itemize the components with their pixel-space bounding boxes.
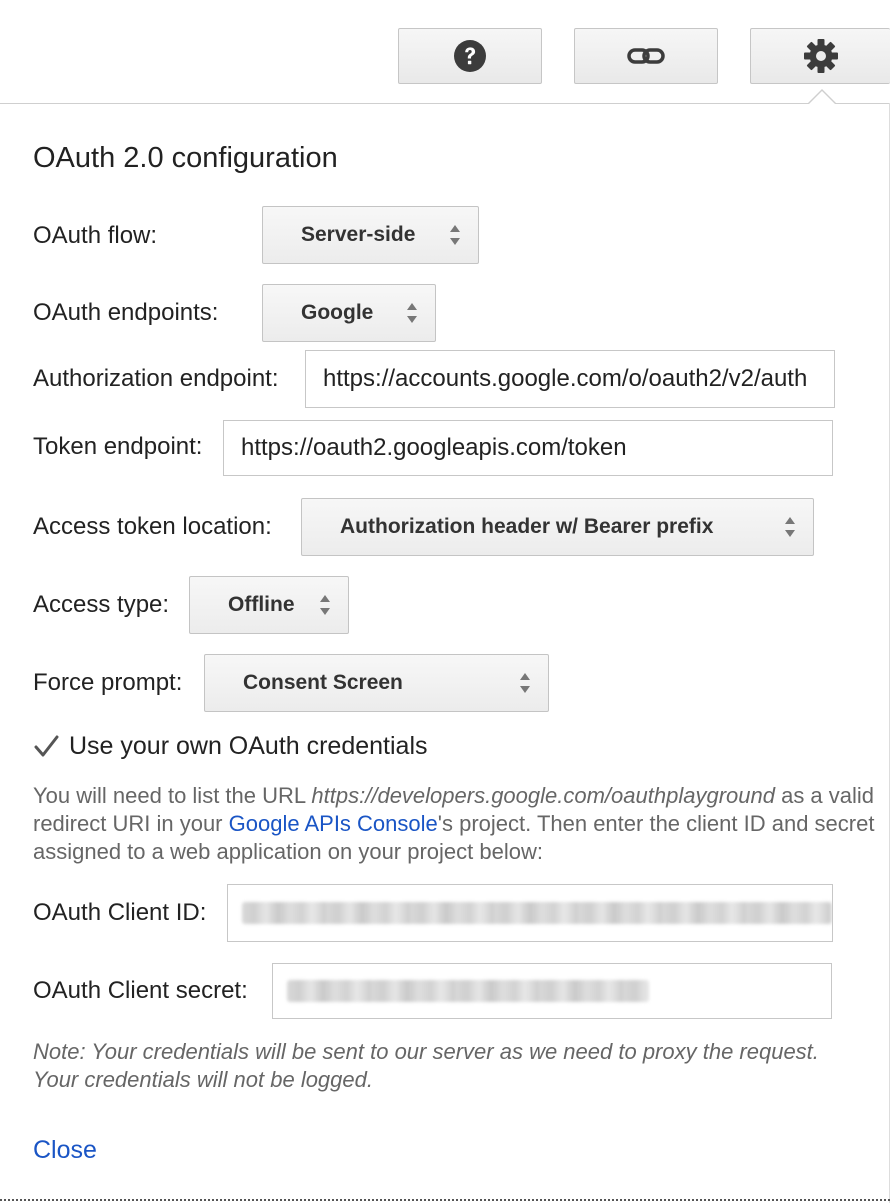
client-secret-redacted-value — [287, 980, 649, 1002]
client-secret-label: OAuth Client secret: — [33, 977, 248, 1004]
panel-bottom-edge — [0, 1199, 890, 1201]
credentials-note: Note: Your credentials will be sent to o… — [33, 1039, 819, 1092]
select-arrows-icon — [785, 517, 795, 537]
access-token-location-select[interactable]: Authorization header w/ Bearer prefix — [301, 498, 814, 556]
access-type-value: Offline — [228, 593, 295, 616]
oauth-endpoints-select[interactable]: Google — [262, 284, 436, 342]
access-token-location-value: Authorization header w/ Bearer prefix — [340, 515, 714, 538]
select-arrows-icon — [320, 595, 330, 615]
oauth-flow-select[interactable]: Server-side — [262, 206, 479, 264]
oauth-settings-page: OAuth 2.0 configuration OAuth flow: Serv… — [0, 0, 890, 1204]
link-icon — [627, 48, 665, 64]
select-arrows-icon — [450, 225, 460, 245]
force-prompt-label: Force prompt: — [33, 669, 183, 696]
authorization-endpoint-field[interactable]: https://accounts.google.com/o/oauth2/v2/… — [305, 350, 835, 408]
token-endpoint-field[interactable]: https://oauth2.googleapis.com/token — [223, 420, 833, 476]
access-type-select[interactable]: Offline — [189, 576, 349, 634]
oauth-flow-value: Server-side — [301, 223, 416, 246]
oauth-flow-label: OAuth flow: — [33, 222, 158, 249]
select-arrows-icon — [520, 673, 530, 693]
token-endpoint-value: https://oauth2.googleapis.com/token — [241, 434, 627, 461]
own-credentials-label: Use your own OAuth credentials — [69, 732, 428, 760]
authorization-endpoint-label: Authorization endpoint: — [33, 365, 279, 392]
oauth-endpoints-label: OAuth endpoints: — [33, 299, 219, 326]
panel-top-border — [0, 103, 890, 104]
select-arrows-icon — [407, 303, 417, 323]
client-id-label: OAuth Client ID: — [33, 899, 207, 926]
close-link[interactable]: Close — [33, 1136, 97, 1165]
access-type-label: Access type: — [33, 591, 170, 618]
client-id-redacted-value — [242, 902, 832, 924]
access-token-location-label: Access token location: — [33, 513, 272, 540]
panel-pointer-fill — [809, 91, 835, 104]
client-secret-field[interactable] — [272, 963, 832, 1019]
client-id-field[interactable] — [227, 884, 833, 942]
force-prompt-value: Consent Screen — [243, 671, 403, 694]
token-endpoint-label: Token endpoint: — [33, 433, 203, 460]
own-credentials-checkbox[interactable] — [33, 734, 59, 760]
authorization-endpoint-value: https://accounts.google.com/o/oauth2/v2/… — [323, 365, 808, 392]
force-prompt-select[interactable]: Consent Screen — [204, 654, 549, 712]
instructions-text: You will need to list the URL https://de… — [33, 782, 883, 866]
question-circle-icon — [454, 40, 486, 72]
redirect-url: https://developers.google.com/oauthplayg… — [311, 783, 775, 808]
settings-button[interactable] — [750, 28, 890, 84]
gear-icon — [803, 39, 838, 73]
instructions-part1: You will need to list the URL — [33, 783, 312, 808]
link-button[interactable] — [574, 28, 718, 84]
help-button[interactable] — [398, 28, 542, 84]
own-credentials-row: Use your own OAuth credentials — [33, 732, 428, 761]
page-title: OAuth 2.0 configuration — [33, 142, 338, 174]
google-apis-console-link[interactable]: Google APIs Console — [229, 811, 438, 836]
checkmark-icon — [34, 735, 59, 756]
oauth-endpoints-value: Google — [301, 301, 374, 324]
